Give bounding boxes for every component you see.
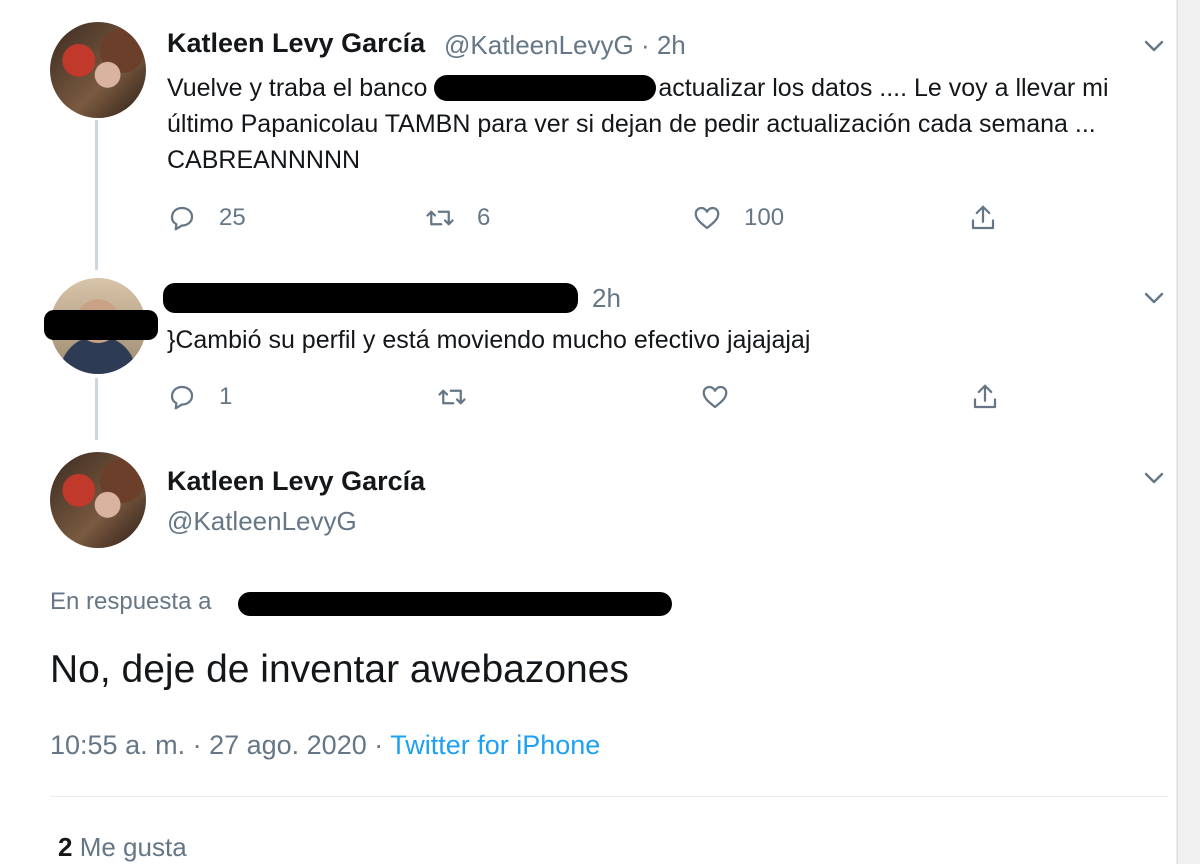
chevron-down-icon[interactable] <box>1142 34 1166 58</box>
tweet-text: Vuelve y traba el banco actualizar los d… <box>167 70 1167 178</box>
reply-icon <box>170 385 194 410</box>
main-tweet-text: No, deje de inventar awebazones <box>50 648 629 691</box>
likes-summary[interactable]: 2 Me gusta <box>58 832 187 863</box>
likes-label: Me gusta <box>79 832 187 862</box>
like-icon <box>694 206 720 230</box>
author-handle[interactable]: @KatleenLevyG <box>167 506 357 537</box>
reply-count: 1 <box>219 383 233 410</box>
like-count: 100 <box>744 204 785 231</box>
reply-button[interactable]: 1 <box>167 382 232 412</box>
scrollbar[interactable] <box>1177 0 1200 864</box>
tweet-text-part1: Vuelve y traba el banco <box>167 74 435 102</box>
redacted-reply-mentions <box>238 592 672 616</box>
tweet-time[interactable]: 2h <box>592 283 621 314</box>
redacted-mention <box>434 75 657 101</box>
thread-line <box>95 378 98 440</box>
author-handle-time[interactable]: @KatleenLevyG · 2h <box>444 30 686 61</box>
retweet-button[interactable]: 6 <box>425 203 490 233</box>
share-icon <box>973 384 997 409</box>
thread-line <box>95 120 98 270</box>
tweet-text: }Cambió su perfil y está moviendo mucho … <box>167 326 811 354</box>
share-button[interactable] <box>968 203 1020 233</box>
like-icon <box>702 385 728 409</box>
retweet-button[interactable] <box>437 382 489 412</box>
chevron-down-icon[interactable] <box>1142 466 1166 490</box>
like-button[interactable] <box>700 382 752 412</box>
share-icon <box>971 205 995 230</box>
author-name[interactable]: Katleen Levy García <box>167 28 425 59</box>
avatar[interactable] <box>50 452 146 548</box>
avatar[interactable] <box>50 22 146 118</box>
tweet-thread: Katleen Levy García @KatleenLevyG · 2h V… <box>0 0 1177 864</box>
divider <box>50 796 1168 797</box>
tweet-meta: 10:55 a. m. · 27 ago. 2020 · Twitter for… <box>50 730 600 761</box>
retweet-count: 6 <box>477 204 491 231</box>
retweet-icon <box>438 389 466 405</box>
reply-icon <box>170 206 194 231</box>
redacted-author-name <box>163 283 578 313</box>
share-button[interactable] <box>970 382 1022 412</box>
like-button[interactable]: 100 <box>692 203 784 233</box>
author-name[interactable]: Katleen Levy García <box>167 466 425 497</box>
reply-button[interactable]: 25 <box>167 203 246 233</box>
redacted-avatar-bar <box>44 310 158 340</box>
retweet-icon <box>426 210 454 226</box>
reply-count: 25 <box>219 204 246 231</box>
tweet-timestamp[interactable]: 10:55 a. m. · 27 ago. 2020 · <box>50 730 390 760</box>
chevron-down-icon[interactable] <box>1142 286 1166 310</box>
reply-to-label: En respuesta a <box>50 588 212 615</box>
likes-count: 2 <box>58 832 73 862</box>
tweet-source[interactable]: Twitter for iPhone <box>390 730 600 760</box>
